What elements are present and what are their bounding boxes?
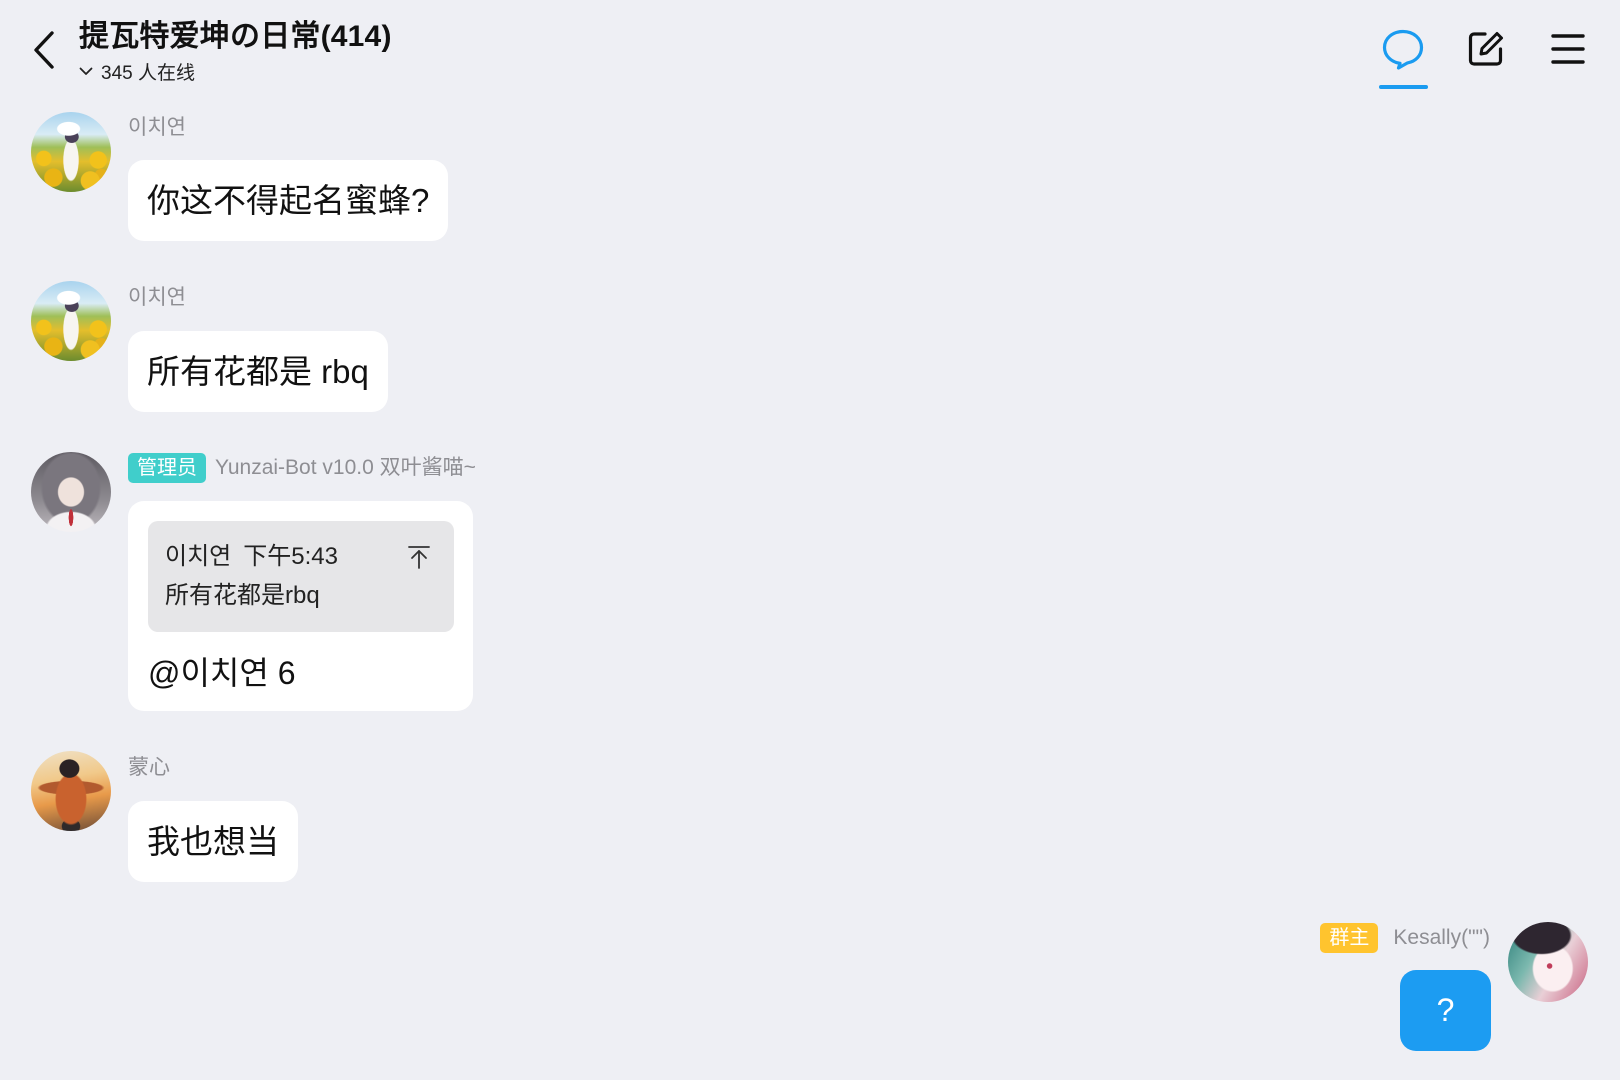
sender-row: 蒙心 [128,753,170,783]
quote-header: 이치연 下午5:43 [165,537,404,576]
message-bubble[interactable]: 이치연 下午5:43 所有花都是rbq @이치연 6 [128,501,473,711]
chat-bubble-icon [1382,29,1424,70]
avatar[interactable] [31,281,111,361]
quote-sender: 이치연 [165,543,232,570]
sender-row: 이치연 [128,283,186,313]
online-count-toggle[interactable]: 345 人在线 [79,58,195,84]
online-count: 345 人在线 [101,62,195,84]
avatar[interactable] [31,452,111,532]
back-button[interactable] [26,27,62,73]
owner-badge: 群主 [1320,923,1379,953]
sender-row: 群主 Kesally("") [1320,923,1490,953]
menu-icon [1551,34,1585,64]
chat-tab-button[interactable] [1380,27,1426,71]
sender-name: Kesally("") [1393,926,1490,949]
avatar[interactable] [1508,922,1588,1002]
chevron-down-icon [79,67,93,75]
message-bubble[interactable]: 所有花都是 rbq [128,331,388,412]
sender-name: 蒙心 [128,756,170,779]
sender-name: 이치연 [128,286,186,309]
admin-badge: 管理员 [128,453,206,483]
quote-time: 下午5:43 [243,543,338,570]
message-bubble-self[interactable]: ? [1400,970,1491,1051]
sender-name: 이치연 [128,116,186,139]
avatar[interactable] [31,751,111,831]
avatar[interactable] [31,112,111,192]
quoted-message[interactable]: 이치연 下午5:43 所有花都是rbq [148,521,454,632]
sender-row: 이치연 [128,113,186,143]
jump-to-message-icon[interactable] [407,544,431,570]
sender-row: 管理员 Yunzai-Bot v10.0 双叶酱喵~ [128,453,476,483]
message-bubble[interactable]: 你这不得起名蜜蜂? [128,160,449,241]
message-bubble[interactable]: 我也想当 [128,801,298,882]
quote-text: 所有花都是rbq [165,582,320,609]
active-tab-indicator [1379,85,1428,89]
chevron-left-icon [34,31,54,69]
group-title: 提瓦特爱坤の日常(414) [79,20,392,53]
edit-button[interactable] [1465,28,1507,70]
menu-button[interactable] [1549,31,1587,67]
edit-icon [1468,32,1503,66]
reply-text: @이치연 6 [148,655,296,691]
sender-name: Yunzai-Bot v10.0 双叶酱喵~ [215,456,476,479]
